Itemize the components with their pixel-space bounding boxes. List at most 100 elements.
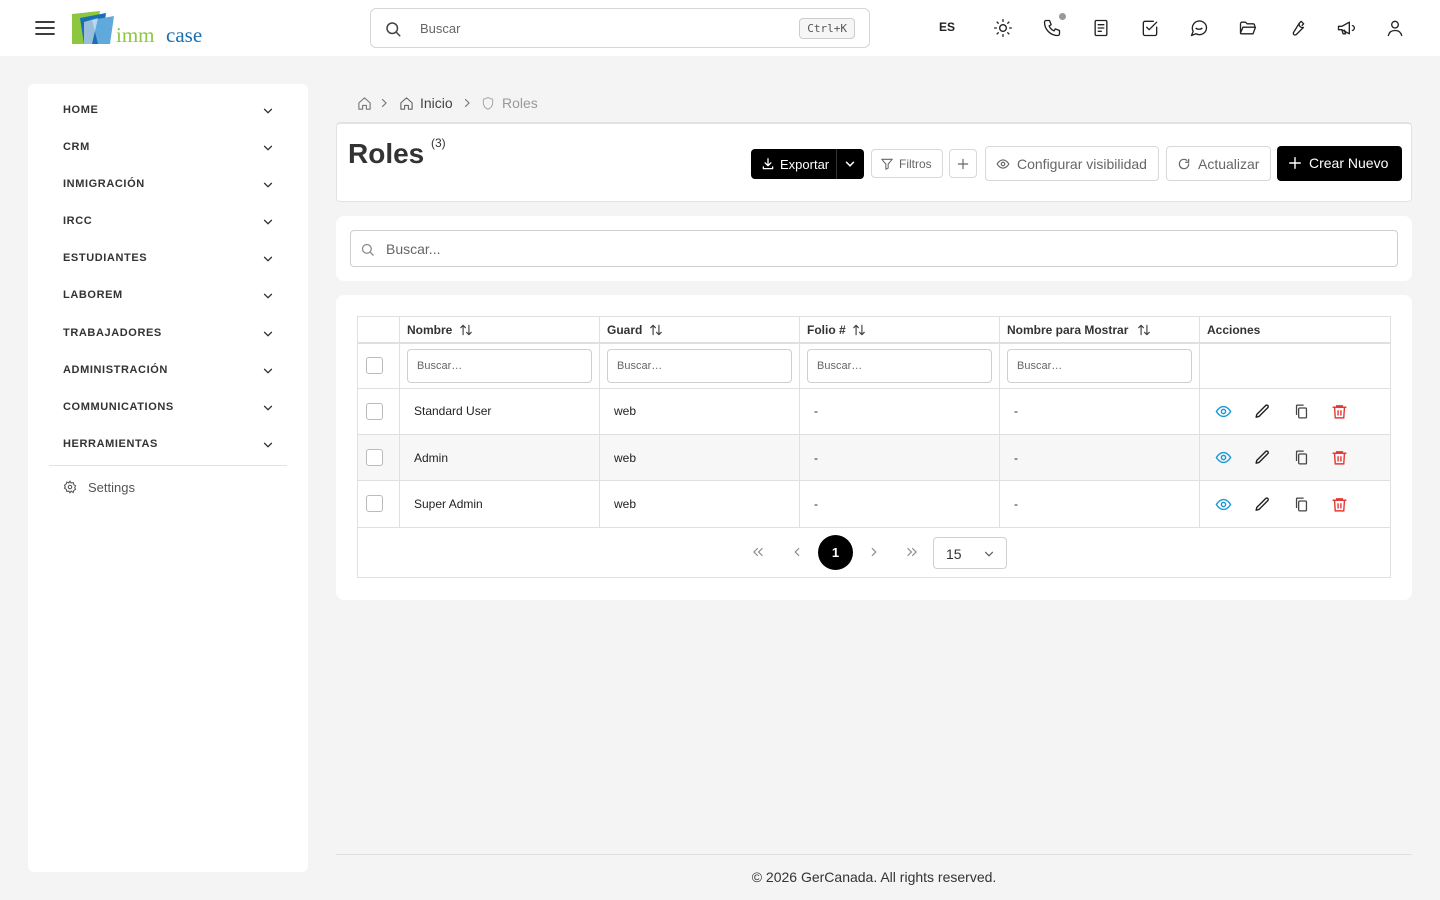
megaphone-icon[interactable] xyxy=(1336,18,1356,38)
column-header-acciones: Acciones xyxy=(1207,323,1261,337)
sidebar-item-herramientas[interactable]: HERRAMIENTAS xyxy=(49,426,287,463)
sidebar-item-settings[interactable]: Settings xyxy=(63,476,183,498)
copy-icon[interactable] xyxy=(1293,496,1310,513)
sidebar-item-crm[interactable]: CRM xyxy=(49,129,287,166)
sun-icon[interactable] xyxy=(993,18,1013,38)
create-new-button[interactable]: Crear Nuevo xyxy=(1277,146,1402,181)
view-icon[interactable] xyxy=(1215,496,1232,513)
edit-icon[interactable] xyxy=(1254,403,1271,420)
refresh-icon xyxy=(1177,157,1191,171)
search-icon xyxy=(384,20,402,38)
download-icon xyxy=(761,157,775,171)
per-page-select[interactable]: 15 xyxy=(933,537,1007,569)
sidebar-item-communications[interactable]: COMMUNICATIONS xyxy=(49,389,287,426)
last-page-button[interactable] xyxy=(895,535,929,569)
copy-icon[interactable] xyxy=(1293,449,1310,466)
app-logo[interactable]: imm case xyxy=(70,10,210,50)
next-page-button[interactable] xyxy=(857,535,891,569)
chevron-down-icon xyxy=(261,141,275,155)
filter-placeholder: Buscar… xyxy=(617,360,663,372)
row-checkbox[interactable] xyxy=(366,495,383,512)
column-header-nombre-mostrar[interactable]: Nombre para Mostrar xyxy=(1007,323,1128,337)
footer-copyright: © 2026 GerCanada. All rights reserved. xyxy=(751,869,997,885)
refresh-button[interactable]: Actualizar xyxy=(1166,146,1271,181)
menu-icon[interactable] xyxy=(33,16,57,40)
sidebar-item-administracion[interactable]: ADMINISTRACIÓN xyxy=(49,352,287,389)
view-icon[interactable] xyxy=(1215,449,1232,466)
top-bar: imm case Buscar Ctrl+K ES xyxy=(0,0,1440,56)
row-divider xyxy=(358,527,1390,528)
filter-nombre-input[interactable]: Buscar… xyxy=(407,349,592,383)
global-search-bar[interactable]: Buscar Ctrl+K xyxy=(370,8,870,48)
page-header: Roles (3) Exportar Filtros Configurar vi… xyxy=(336,122,1412,202)
export-dropdown-button[interactable] xyxy=(836,149,864,179)
sidebar-item-label: ADMINISTRACIÓN xyxy=(63,364,168,376)
page-number-current[interactable]: 1 xyxy=(818,535,853,570)
sort-icon[interactable] xyxy=(649,323,663,337)
tasks-icon[interactable] xyxy=(1140,18,1160,38)
page-title: Roles xyxy=(348,138,425,169)
create-new-label: Crear Nuevo xyxy=(1309,155,1389,171)
filter-placeholder: Buscar… xyxy=(817,360,863,372)
cell-nombre: Standard User xyxy=(414,404,492,418)
cell-nombre-mostrar: - xyxy=(1014,404,1018,418)
sidebar-item-ircc[interactable]: IRCC xyxy=(49,203,287,240)
export-button[interactable]: Exportar xyxy=(751,149,836,179)
chevron-down-icon xyxy=(843,157,857,171)
delete-icon[interactable] xyxy=(1331,449,1348,466)
shortcut-badge: Ctrl+K xyxy=(799,18,855,39)
first-page-button[interactable] xyxy=(741,535,775,569)
chevron-down-icon xyxy=(261,215,275,229)
filter-folio-input[interactable]: Buscar… xyxy=(807,349,992,383)
column-header-guard[interactable]: Guard xyxy=(607,323,642,337)
filter-guard-input[interactable]: Buscar… xyxy=(607,349,792,383)
visibility-settings-button[interactable]: Configurar visibilidad xyxy=(985,146,1159,181)
sidebar-item-inmigracion[interactable]: INMIGRACIÓN xyxy=(49,166,287,203)
chat-icon[interactable] xyxy=(1189,18,1209,38)
chevron-down-icon xyxy=(261,438,275,452)
delete-icon[interactable] xyxy=(1331,496,1348,513)
column-header-folio[interactable]: Folio # xyxy=(807,323,846,337)
sidebar-item-label: HOME xyxy=(63,104,99,116)
filters-button[interactable]: Filtros xyxy=(871,149,943,178)
edit-icon[interactable] xyxy=(1254,449,1271,466)
filter-placeholder: Buscar… xyxy=(417,360,463,372)
sidebar-item-home[interactable]: HOME xyxy=(49,92,287,129)
copy-icon[interactable] xyxy=(1293,403,1310,420)
sort-icon[interactable] xyxy=(852,323,866,337)
edit-icon[interactable] xyxy=(1254,496,1271,513)
sidebar-item-laborem[interactable]: LABOREM xyxy=(49,277,287,314)
chevron-right-icon xyxy=(378,97,390,109)
notes-icon[interactable] xyxy=(1091,18,1111,38)
sort-icon[interactable] xyxy=(459,323,473,337)
cell-guard: web xyxy=(614,404,637,418)
sort-icon[interactable] xyxy=(1137,323,1151,337)
sidebar-item-label: INMIGRACIÓN xyxy=(63,178,145,190)
eye-icon xyxy=(996,157,1010,171)
folder-icon[interactable] xyxy=(1238,18,1258,38)
row-checkbox[interactable] xyxy=(366,449,383,466)
settings-label: Settings xyxy=(88,480,135,495)
select-all-checkbox[interactable] xyxy=(366,357,383,374)
row-checkbox[interactable] xyxy=(366,403,383,420)
cell-folio: - xyxy=(814,451,818,465)
sidebar-item-trabajadores[interactable]: TRABAJADORES xyxy=(49,315,287,352)
sidebar-item-estudiantes[interactable]: ESTUDIANTES xyxy=(49,240,287,277)
phone-icon[interactable] xyxy=(1042,18,1062,38)
home-icon[interactable] xyxy=(357,96,372,111)
gear-icon xyxy=(63,480,77,494)
search-icon xyxy=(360,242,375,257)
view-icon[interactable] xyxy=(1215,403,1232,420)
tools-icon[interactable] xyxy=(1287,18,1307,38)
column-header-nombre[interactable]: Nombre xyxy=(407,323,452,337)
add-filter-button[interactable] xyxy=(949,149,977,178)
search-input[interactable]: Buscar... xyxy=(350,230,1398,267)
roles-table-panel: Nombre Guard Folio # Nombre para Mostrar… xyxy=(336,295,1412,600)
prev-page-button[interactable] xyxy=(780,535,814,569)
user-icon[interactable] xyxy=(1385,18,1405,38)
language-selector[interactable]: ES xyxy=(939,20,955,34)
cell-nombre: Super Admin xyxy=(414,497,483,511)
filter-nombre-mostrar-input[interactable]: Buscar… xyxy=(1007,349,1192,383)
breadcrumb-inicio[interactable]: Inicio xyxy=(420,95,453,111)
delete-icon[interactable] xyxy=(1331,403,1348,420)
